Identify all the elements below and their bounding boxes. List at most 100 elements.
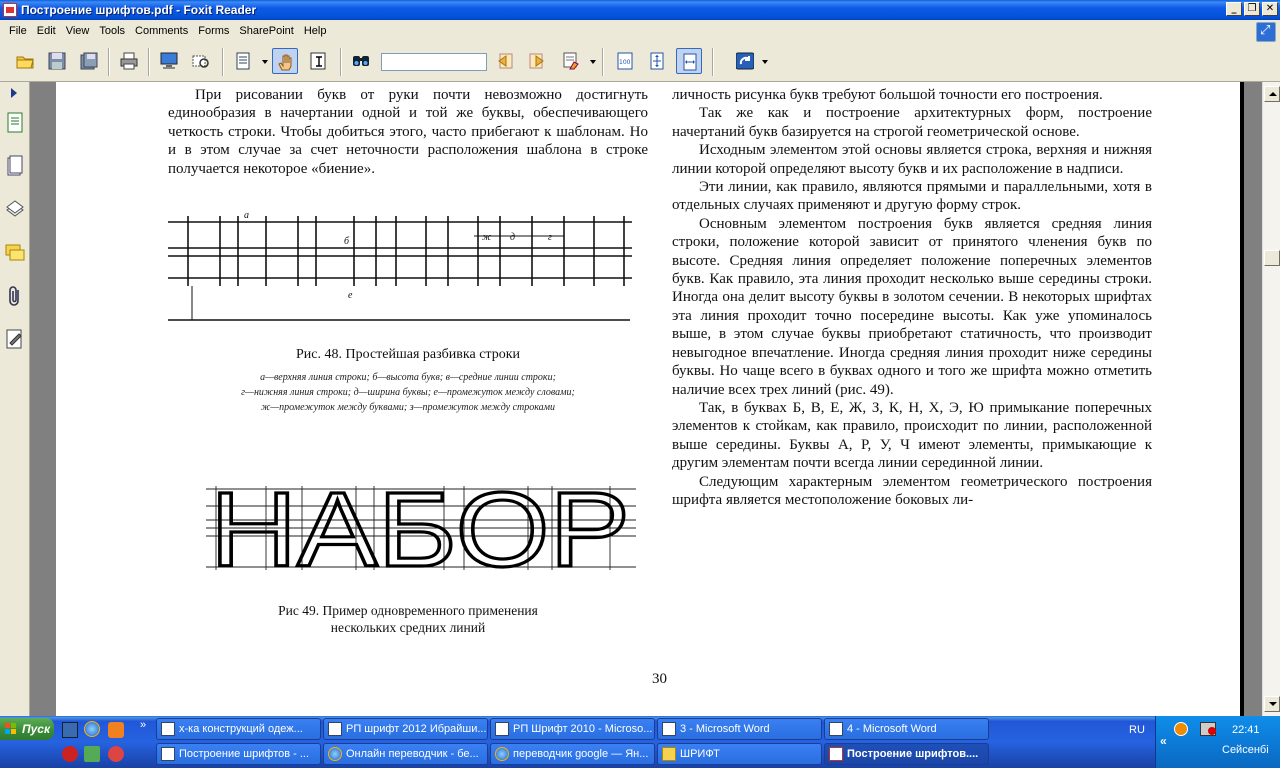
utility-icon[interactable] — [84, 746, 100, 762]
word-icon — [662, 722, 676, 736]
find-button[interactable] — [348, 48, 374, 74]
internet-explorer-icon[interactable] — [84, 721, 100, 737]
taskbar-button[interactable]: ШРИФТ — [657, 743, 822, 765]
scroll-up-button[interactable] — [1264, 86, 1280, 102]
figure-label-g: г — [548, 232, 552, 243]
taskbar-button[interactable]: 4 - Microsoft Word — [824, 718, 989, 740]
comments-icon[interactable] — [5, 242, 25, 264]
pages-icon[interactable] — [5, 112, 25, 134]
save-button[interactable] — [44, 48, 70, 74]
taskbar-button-label: х-ка конструкций одеж... — [179, 723, 303, 735]
search-input[interactable] — [381, 53, 487, 71]
taskbar-button[interactable]: Построение шрифтов - ... — [156, 743, 321, 765]
page-edge — [1240, 82, 1244, 716]
menu-view[interactable]: View — [61, 25, 95, 37]
restore-button[interactable]: ❐ — [1244, 2, 1260, 16]
windows-taskbar: Пуск » х-ка конструкций одеж... РП шрифт… — [0, 716, 1280, 768]
menu-forms[interactable]: Forms — [193, 25, 234, 37]
figure-label-e: е — [348, 290, 353, 301]
fit-page-button[interactable] — [644, 48, 670, 74]
nabor-word: НАБОР — [210, 486, 630, 572]
page-layout-button[interactable] — [230, 48, 256, 74]
monitor-button[interactable] — [156, 48, 182, 74]
right-column: личность рисунка букв требуют большой то… — [672, 86, 1152, 509]
taskbar-button-active[interactable]: Построение шрифтов.... — [824, 743, 989, 765]
menu-comments[interactable]: Comments — [130, 25, 193, 37]
attachments-icon[interactable] — [5, 285, 25, 307]
save-as-button[interactable] — [76, 48, 102, 74]
taskbar-button[interactable]: переводчик google — Ян... — [490, 743, 655, 765]
figure-48-legend: а—верхняя линия строки; б—высота букв; в… — [168, 370, 648, 415]
warning-icon[interactable] — [1174, 722, 1188, 736]
taskbar-button[interactable]: РП шрифт 2012 Ибрайши... — [323, 718, 488, 740]
taskbar-button[interactable]: 3 - Microsoft Word — [657, 718, 822, 740]
chevron-down-icon[interactable] — [590, 60, 596, 64]
hand-tool-button[interactable] — [272, 48, 298, 74]
paragraph: Эти линии, как правило, являются прямыми… — [672, 179, 1152, 214]
find-previous-button[interactable] — [492, 48, 518, 74]
scroll-down-button[interactable] — [1264, 696, 1280, 712]
taskbar-button-label: Построение шрифтов.... — [847, 748, 979, 760]
show-desktop-icon[interactable] — [62, 722, 78, 738]
expand-panel-icon[interactable] — [11, 88, 17, 98]
tray-expand-icon[interactable]: « — [1160, 734, 1167, 748]
pdf-page: При рисовании букв от руки почти невозмо… — [56, 82, 1240, 716]
vertical-scrollbar[interactable] — [1262, 82, 1280, 716]
highlight-icon — [563, 52, 579, 70]
bookmarks-icon[interactable] — [5, 155, 25, 177]
left-column: При рисовании букв от руки почти невозмо… — [168, 86, 648, 178]
rotate-button[interactable] — [732, 48, 758, 74]
app-shortcut-icon[interactable] — [108, 746, 124, 762]
chevron-down-icon[interactable] — [262, 60, 268, 64]
page-icon — [236, 52, 250, 70]
fullscreen-icon[interactable] — [1256, 22, 1276, 42]
signatures-icon[interactable] — [5, 328, 25, 350]
save-as-icon — [80, 52, 98, 70]
snapshot-icon — [192, 55, 209, 68]
chevron-down-icon[interactable] — [762, 60, 768, 64]
paragraph: Основным элементом построения букв являе… — [672, 215, 1152, 398]
foxit-app-icon[interactable] — [3, 3, 17, 17]
close-button[interactable]: ✕ — [1262, 2, 1278, 16]
opera-icon[interactable] — [62, 746, 78, 762]
document-icon — [495, 722, 509, 736]
highlight-button[interactable] — [558, 48, 584, 74]
system-tray: « 22:41 Сейсенбі — [1155, 716, 1280, 768]
title-bar[interactable]: Построение шрифтов.pdf - Foxit Reader _ … — [0, 0, 1280, 20]
start-button[interactable]: Пуск — [0, 718, 54, 740]
actual-size-button[interactable]: 100 — [612, 48, 638, 74]
menu-sharepoint[interactable]: SharePoint — [234, 25, 298, 37]
scroll-thumb[interactable] — [1264, 250, 1280, 266]
next-icon — [529, 53, 544, 69]
document-icon — [328, 722, 342, 736]
save-icon — [48, 52, 66, 70]
menu-help[interactable]: Help — [299, 25, 332, 37]
caption-line: нескольких средних линий — [330, 620, 486, 635]
language-indicator[interactable]: RU — [1129, 724, 1145, 736]
quicklaunch-more[interactable]: » — [140, 719, 146, 731]
layers-icon[interactable] — [5, 198, 25, 220]
select-text-button[interactable] — [305, 48, 331, 74]
arrow-up-icon — [1269, 92, 1277, 96]
actual-size-icon: 100 — [617, 52, 633, 70]
figure-48-line-grid: а б ж д г е — [168, 210, 632, 321]
menu-edit[interactable]: Edit — [32, 25, 61, 37]
taskbar-button[interactable]: х-ка конструкций одеж... — [156, 718, 321, 740]
document-viewport[interactable]: При рисовании букв от руки почти невозмо… — [30, 82, 1262, 716]
snapshot-button[interactable] — [188, 48, 214, 74]
print-button[interactable] — [116, 48, 142, 74]
media-player-icon[interactable] — [108, 722, 124, 738]
open-button[interactable] — [12, 48, 38, 74]
taskbar-button[interactable]: РП Шрифт 2010 - Microso... — [490, 718, 655, 740]
fit-width-button[interactable] — [676, 48, 702, 74]
find-next-button[interactable] — [524, 48, 550, 74]
menu-file[interactable]: File — [4, 25, 32, 37]
clock-time[interactable]: 22:41 — [1232, 724, 1260, 736]
navigation-panel — [0, 82, 30, 716]
menu-tools[interactable]: Tools — [94, 25, 130, 37]
rotate-icon — [736, 52, 754, 70]
document-icon — [161, 722, 175, 736]
taskbar-button[interactable]: Онлайн переводчик - бе... — [323, 743, 488, 765]
minimize-button[interactable]: _ — [1226, 2, 1242, 16]
internet-explorer-icon — [495, 747, 509, 761]
